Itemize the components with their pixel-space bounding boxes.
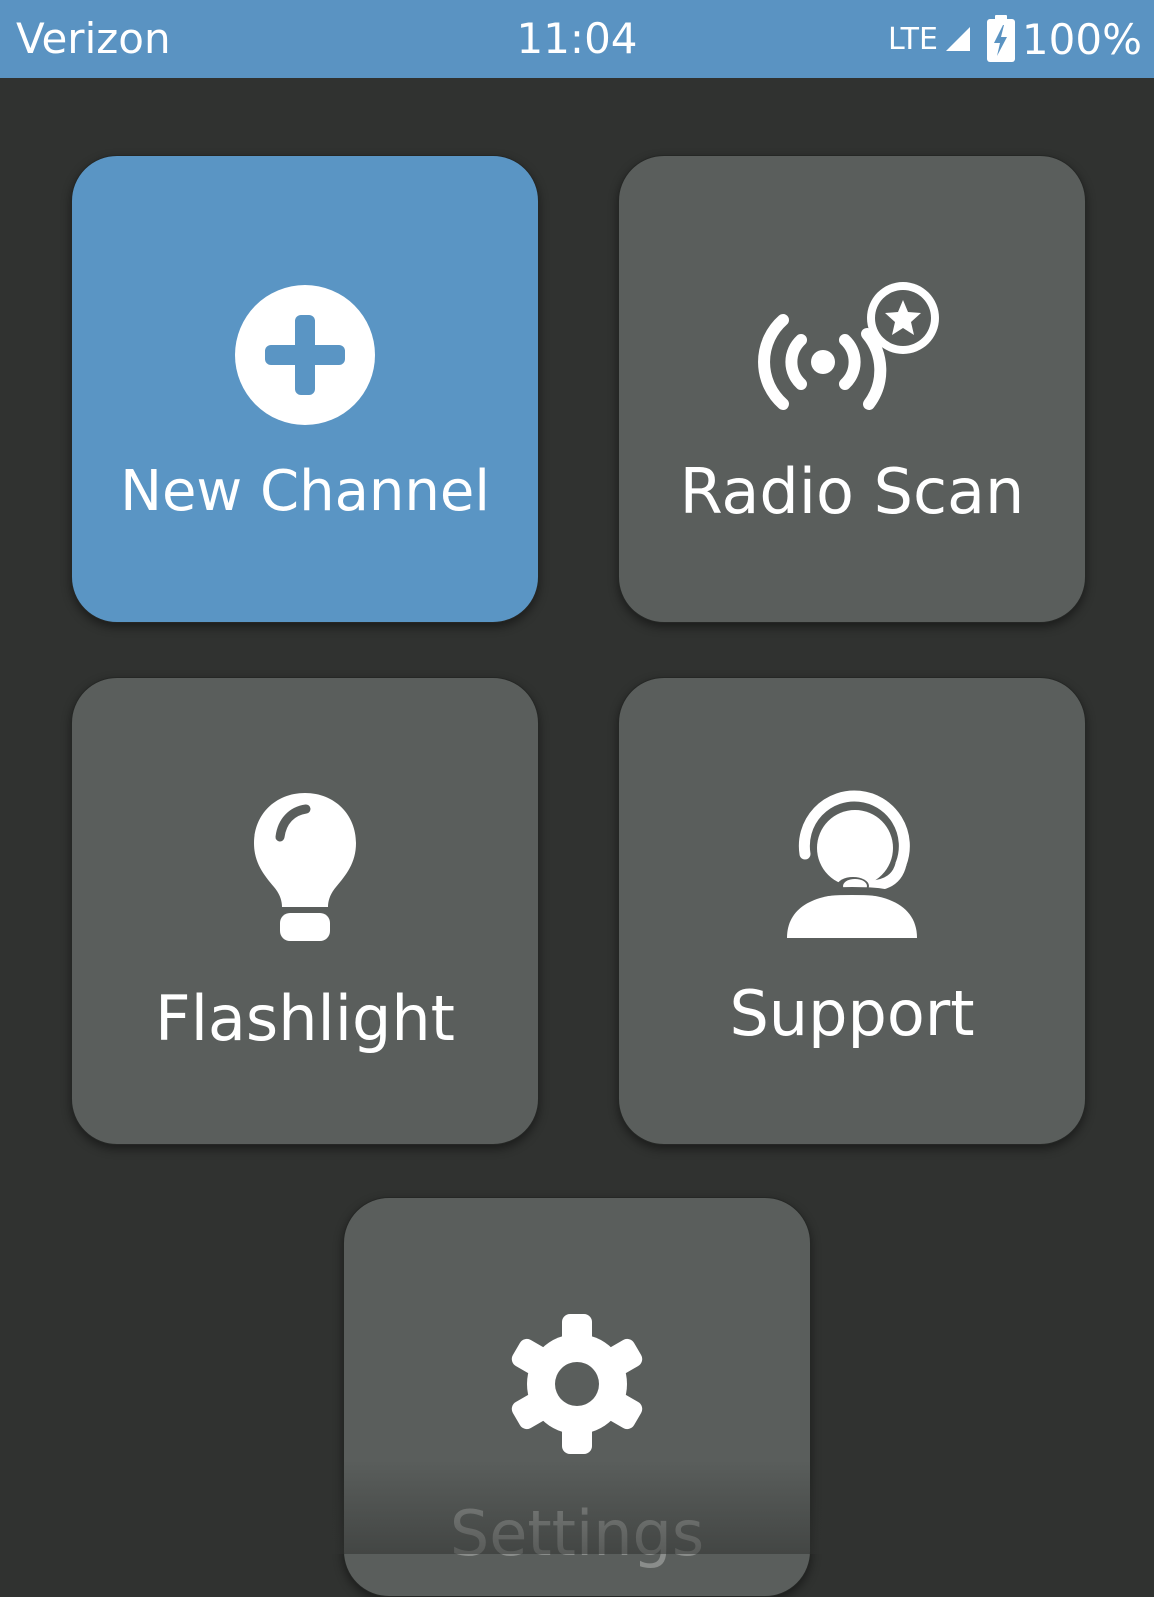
status-bar: Verizon 11:04 LTE 100%	[0, 0, 1154, 78]
headset-icon	[619, 790, 1085, 946]
signal-strength-icon	[945, 27, 970, 51]
battery-charging-icon	[986, 15, 1015, 62]
lightbulb-icon	[72, 791, 538, 947]
new-channel-label: New Channel	[120, 459, 490, 524]
gear-icon	[344, 1312, 810, 1460]
radio-scan-icon	[619, 274, 1085, 418]
flashlight-label: Flashlight	[155, 982, 455, 1055]
add-circle-icon	[72, 283, 538, 431]
new-channel-button[interactable]: New Channel	[71, 155, 539, 623]
radio-scan-button[interactable]: Radio Scan	[618, 155, 1086, 623]
flashlight-button[interactable]: Flashlight	[71, 677, 539, 1145]
status-icons: LTE 100%	[888, 14, 1142, 64]
support-label: Support	[729, 977, 975, 1050]
radio-scan-label: Radio Scan	[679, 455, 1025, 528]
battery-percent: 100%	[1021, 14, 1142, 64]
settings-label: Settings	[449, 1497, 705, 1570]
support-button[interactable]: Support	[618, 677, 1086, 1145]
settings-button[interactable]: Settings	[343, 1197, 811, 1597]
network-type: LTE	[888, 21, 938, 57]
